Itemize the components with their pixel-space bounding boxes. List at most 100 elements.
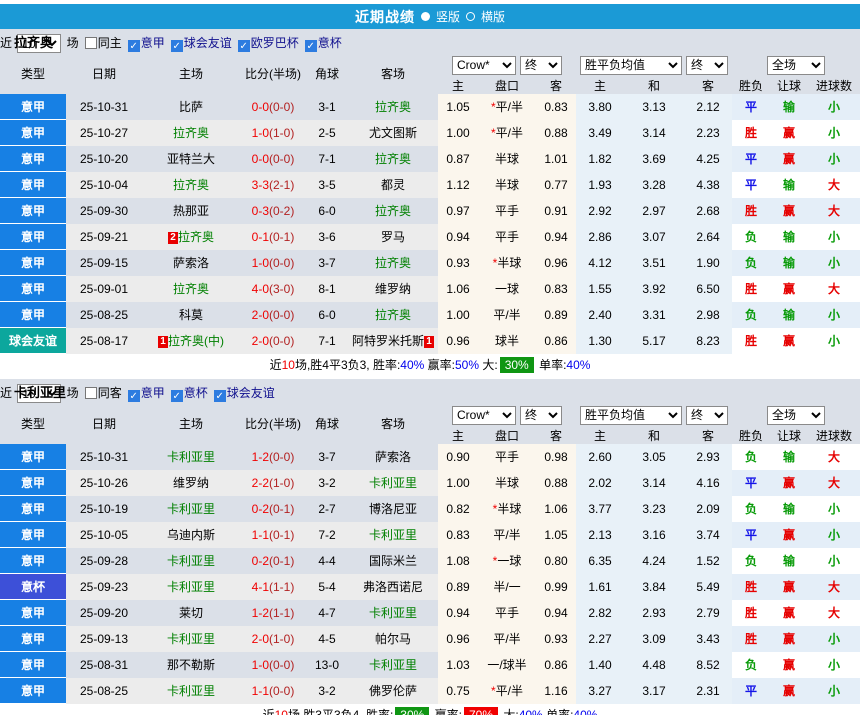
score-cell: 0-3(0-2) bbox=[240, 198, 306, 224]
date-cell: 25-10-20 bbox=[66, 146, 142, 172]
handicap-result-cell: 赢 bbox=[770, 522, 808, 548]
league-checkbox-2[interactable]: ✓ bbox=[238, 40, 250, 52]
avg-home-cell: 3.80 bbox=[576, 94, 624, 120]
league-checkbox-3[interactable]: ✓ bbox=[305, 40, 317, 52]
league-checkbox-2[interactable]: ✓ bbox=[214, 390, 226, 402]
odds-away-cell: 0.93 bbox=[536, 626, 576, 652]
home-team-cell: 2拉齐奥 bbox=[142, 224, 240, 250]
away-team-name: 帕尔马 bbox=[375, 632, 411, 646]
handicap-result-cell: 赢 bbox=[770, 600, 808, 626]
goals-cell: 小 bbox=[808, 94, 860, 120]
avg-home-cell: 2.86 bbox=[576, 224, 624, 250]
avg-away-cell: 4.38 bbox=[684, 172, 732, 198]
home-team-cell: 萨索洛 bbox=[142, 250, 240, 276]
away-team-cell: 帕尔马 bbox=[348, 626, 438, 652]
same-venue-label[interactable]: 同主 bbox=[98, 36, 122, 50]
match-row: 意甲25-10-05乌迪内斯1-1(0-1)7-2卡利亚里0.83平/半1.05… bbox=[0, 522, 860, 548]
same-venue-label[interactable]: 同客 bbox=[98, 386, 122, 400]
away-team-name: 拉齐奥 bbox=[375, 308, 411, 322]
corners-cell: 3-2 bbox=[306, 678, 348, 704]
league-checkbox-1[interactable]: ✓ bbox=[171, 390, 183, 402]
home-team-cell: 卡利亚里 bbox=[142, 444, 240, 470]
radio-vertical-label[interactable]: 竖版 bbox=[436, 8, 460, 25]
league-label-2[interactable]: 球会友谊 bbox=[227, 386, 275, 400]
half-time-score: (0-0) bbox=[269, 256, 294, 270]
odds-company-select[interactable]: Crow* bbox=[452, 56, 516, 75]
avg-draw-cell: 3.14 bbox=[624, 120, 684, 146]
handicap-cell: 平手 bbox=[478, 444, 536, 470]
away-team-name: 拉齐奥 bbox=[375, 152, 411, 166]
league-label-0[interactable]: 意甲 bbox=[141, 36, 165, 50]
summary-part: 赢率: bbox=[431, 708, 462, 715]
odds-home-cell: 1.00 bbox=[438, 470, 478, 496]
result-cell: 负 bbox=[732, 652, 770, 678]
goals-cell: 小 bbox=[808, 652, 860, 678]
full-time-score: 2-0 bbox=[252, 632, 269, 646]
type-cell: 意甲 bbox=[0, 250, 66, 276]
half-time-score: (0-1) bbox=[269, 230, 294, 244]
avg-final-select[interactable]: 终 bbox=[686, 56, 728, 75]
match-row: 意甲25-09-28卡利亚里0-2(0-1)4-4国际米兰1.08*一球0.80… bbox=[0, 548, 860, 574]
league-label-2[interactable]: 欧罗巴杯 bbox=[251, 36, 299, 50]
full-time-score: 4-1 bbox=[252, 580, 269, 594]
scope-select[interactable]: 全场 bbox=[767, 406, 825, 425]
league-label-0[interactable]: 意甲 bbox=[141, 386, 165, 400]
same-venue-checkbox[interactable] bbox=[85, 387, 97, 399]
avg-select[interactable]: 胜平负均值 bbox=[580, 56, 682, 75]
avg-home-cell: 2.40 bbox=[576, 302, 624, 328]
odds-company-select[interactable]: Crow* bbox=[452, 406, 516, 425]
avg-select[interactable]: 胜平负均值 bbox=[580, 406, 682, 425]
handicap-result-cell: 赢 bbox=[770, 276, 808, 302]
corners-cell: 2-5 bbox=[306, 120, 348, 146]
full-time-score: 0-2 bbox=[252, 502, 269, 516]
avg-home-cell: 2.92 bbox=[576, 198, 624, 224]
home-team-name: 卡利亚里 bbox=[167, 632, 215, 646]
radio-horizontal-label[interactable]: 横版 bbox=[481, 8, 505, 25]
avg-draw-cell: 3.31 bbox=[624, 302, 684, 328]
league-label-3[interactable]: 意杯 bbox=[318, 36, 342, 50]
type-cell: 意甲 bbox=[0, 120, 66, 146]
league-checkbox-1[interactable]: ✓ bbox=[171, 40, 183, 52]
full-time-score: 1-1 bbox=[252, 528, 269, 542]
away-team-name: 卡利亚里 bbox=[369, 606, 417, 620]
type-cell: 意甲 bbox=[0, 548, 66, 574]
corners-cell: 2-7 bbox=[306, 496, 348, 522]
scope-select[interactable]: 全场 bbox=[767, 56, 825, 75]
avg-away-cell: 2.93 bbox=[684, 444, 732, 470]
league-checkbox-0[interactable]: ✓ bbox=[128, 390, 140, 402]
handicap-value: 平/半 bbox=[496, 684, 523, 698]
avg-draw-cell: 4.24 bbox=[624, 548, 684, 574]
odds-final-select[interactable]: 终 bbox=[520, 406, 562, 425]
summary-part: 大: bbox=[500, 708, 519, 715]
away-team-name: 卡利亚里 bbox=[369, 658, 417, 672]
odds-final-select[interactable]: 终 bbox=[520, 56, 562, 75]
handicap-value: 平/半 bbox=[493, 528, 520, 542]
odds-away-cell: 0.88 bbox=[536, 120, 576, 146]
avg-away-cell: 2.12 bbox=[684, 94, 732, 120]
type-cell: 意甲 bbox=[0, 276, 66, 302]
type-cell: 意甲 bbox=[0, 302, 66, 328]
radio-unselected-icon[interactable] bbox=[466, 12, 475, 21]
same-venue-checkbox[interactable] bbox=[85, 37, 97, 49]
score-cell: 2-0(0-0) bbox=[240, 302, 306, 328]
sub-header-handicap: 盘口 bbox=[478, 427, 536, 444]
home-team-cell: 拉齐奥 bbox=[142, 172, 240, 198]
odds-home-cell: 0.82 bbox=[438, 496, 478, 522]
radio-selected-icon[interactable] bbox=[421, 12, 430, 21]
type-cell: 意甲 bbox=[0, 146, 66, 172]
league-checkbox-0[interactable]: ✓ bbox=[128, 40, 140, 52]
handicap-cell: 半球 bbox=[478, 470, 536, 496]
league-label-1[interactable]: 球会友谊 bbox=[184, 36, 232, 50]
away-team-name: 维罗纳 bbox=[375, 282, 411, 296]
odds-home-cell: 1.00 bbox=[438, 302, 478, 328]
full-time-score: 1-2 bbox=[252, 606, 269, 620]
date-cell: 25-10-27 bbox=[66, 120, 142, 146]
score-cell: 0-0(0-0) bbox=[240, 94, 306, 120]
avg-away-cell: 2.31 bbox=[684, 678, 732, 704]
avg-away-cell: 2.79 bbox=[684, 600, 732, 626]
sub-header-odds_home: 主 bbox=[438, 427, 478, 444]
sub-header-avg_away: 客 bbox=[684, 427, 732, 444]
avg-final-select[interactable]: 终 bbox=[686, 406, 728, 425]
league-label-1[interactable]: 意杯 bbox=[184, 386, 208, 400]
score-cell: 0-1(0-1) bbox=[240, 224, 306, 250]
